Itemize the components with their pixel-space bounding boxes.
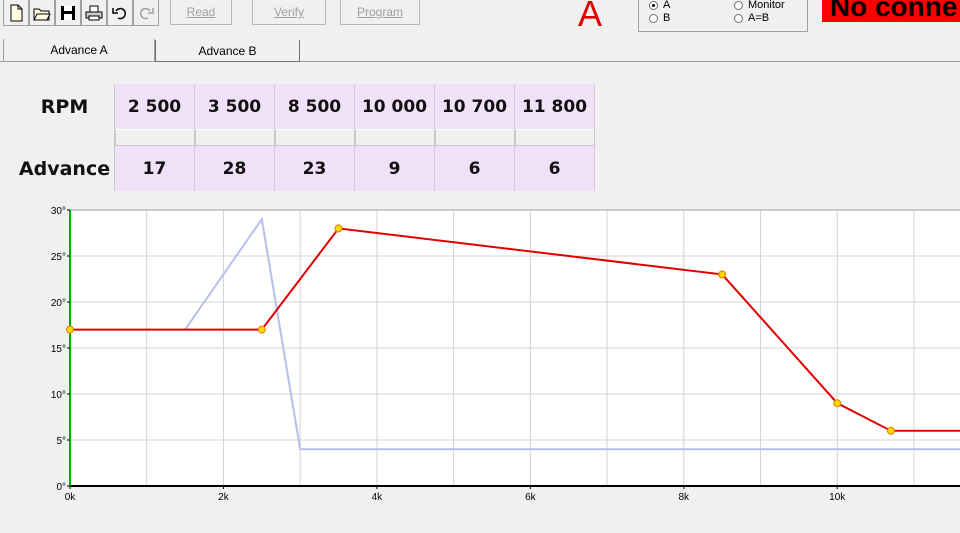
data-point [66,325,74,334]
connection-status: No conne [822,0,960,22]
read-button[interactable]: Read [170,0,232,25]
toolbar: Read Verify Program A A Monitor B A=B No… [0,0,960,36]
radio-unselected-icon [734,0,743,10]
tab-advance-a[interactable]: Advance A [3,39,155,62]
print-icon[interactable] [81,0,107,26]
rpm-cell[interactable]: 11 800 [515,84,595,129]
x-tick-label: 0k [65,492,77,503]
program-button[interactable]: Program [340,0,420,25]
advance-cell[interactable]: 6 [435,146,515,191]
data-point [334,224,343,233]
advance-row-label: Advance [15,146,115,191]
undo-icon[interactable] [107,0,133,26]
advance-cell[interactable]: 6 [515,146,595,191]
x-tick-label: 10k [829,492,846,503]
radio-a[interactable]: A [649,0,670,11]
x-tick-label: 6k [525,492,537,503]
spacer-cell [115,129,195,146]
new-file-icon[interactable] [3,0,29,26]
radio-monitor[interactable]: Monitor [734,0,785,11]
radio-selected-icon [649,0,658,10]
spacer-cell [435,129,515,146]
advance-cell[interactable]: 23 [275,146,355,191]
advance-chart[interactable]: 0°5°10°15°20°25°30°0k 2k 4k 6k 8k 10k [0,200,960,533]
spacer-cell [275,129,355,146]
data-point [257,325,266,334]
radio-a-label: A [663,0,671,11]
x-tick-label: 2k [218,492,230,503]
active-map-indicator: A [578,0,603,34]
radio-a-equals-b-label: A=B [748,12,770,24]
rpm-row-header: RPM [15,84,115,129]
rpm-cell[interactable]: 3 500 [195,84,275,129]
radio-b-label: B [663,12,671,24]
y-tick-label: 5° [56,436,66,447]
spacer-cell [515,129,595,146]
y-tick-label: 30° [51,206,66,217]
rpm-cell[interactable]: 10 700 [435,84,515,129]
y-tick-label: 25° [51,252,66,263]
advance-cell[interactable]: 28 [195,146,275,191]
spacer-cell [355,129,435,146]
tab-advance-b[interactable]: Advance B [155,40,300,62]
x-tick-label: 4k [372,492,384,503]
y-tick-label: 10° [51,390,66,401]
data-point [886,426,895,435]
data-point [833,399,842,408]
spacer-cell [195,129,275,146]
rpm-cell[interactable]: 8 500 [275,84,355,129]
y-tick-label: 15° [51,344,66,355]
verify-button[interactable]: Verify [252,0,326,25]
radio-unselected-icon [649,13,658,23]
x-tick-label: 8k [679,492,691,503]
rpm-cell[interactable]: 2 500 [115,84,195,129]
advance-cell[interactable]: 9 [355,146,435,191]
radio-unselected-icon [734,13,743,23]
redo-icon[interactable] [133,0,159,26]
advance-cell[interactable]: 17 [115,146,195,191]
radio-monitor-label: Monitor [748,0,785,11]
save-icon[interactable] [55,0,81,26]
y-tick-label: 20° [51,298,66,309]
map-select-panel: A Monitor B A=B [638,0,808,32]
open-folder-icon[interactable] [29,0,55,26]
rpm-cell[interactable]: 10 000 [355,84,435,129]
radio-a-equals-b[interactable]: A=B [734,12,769,24]
radio-b[interactable]: B [649,12,670,24]
data-point [718,270,727,279]
